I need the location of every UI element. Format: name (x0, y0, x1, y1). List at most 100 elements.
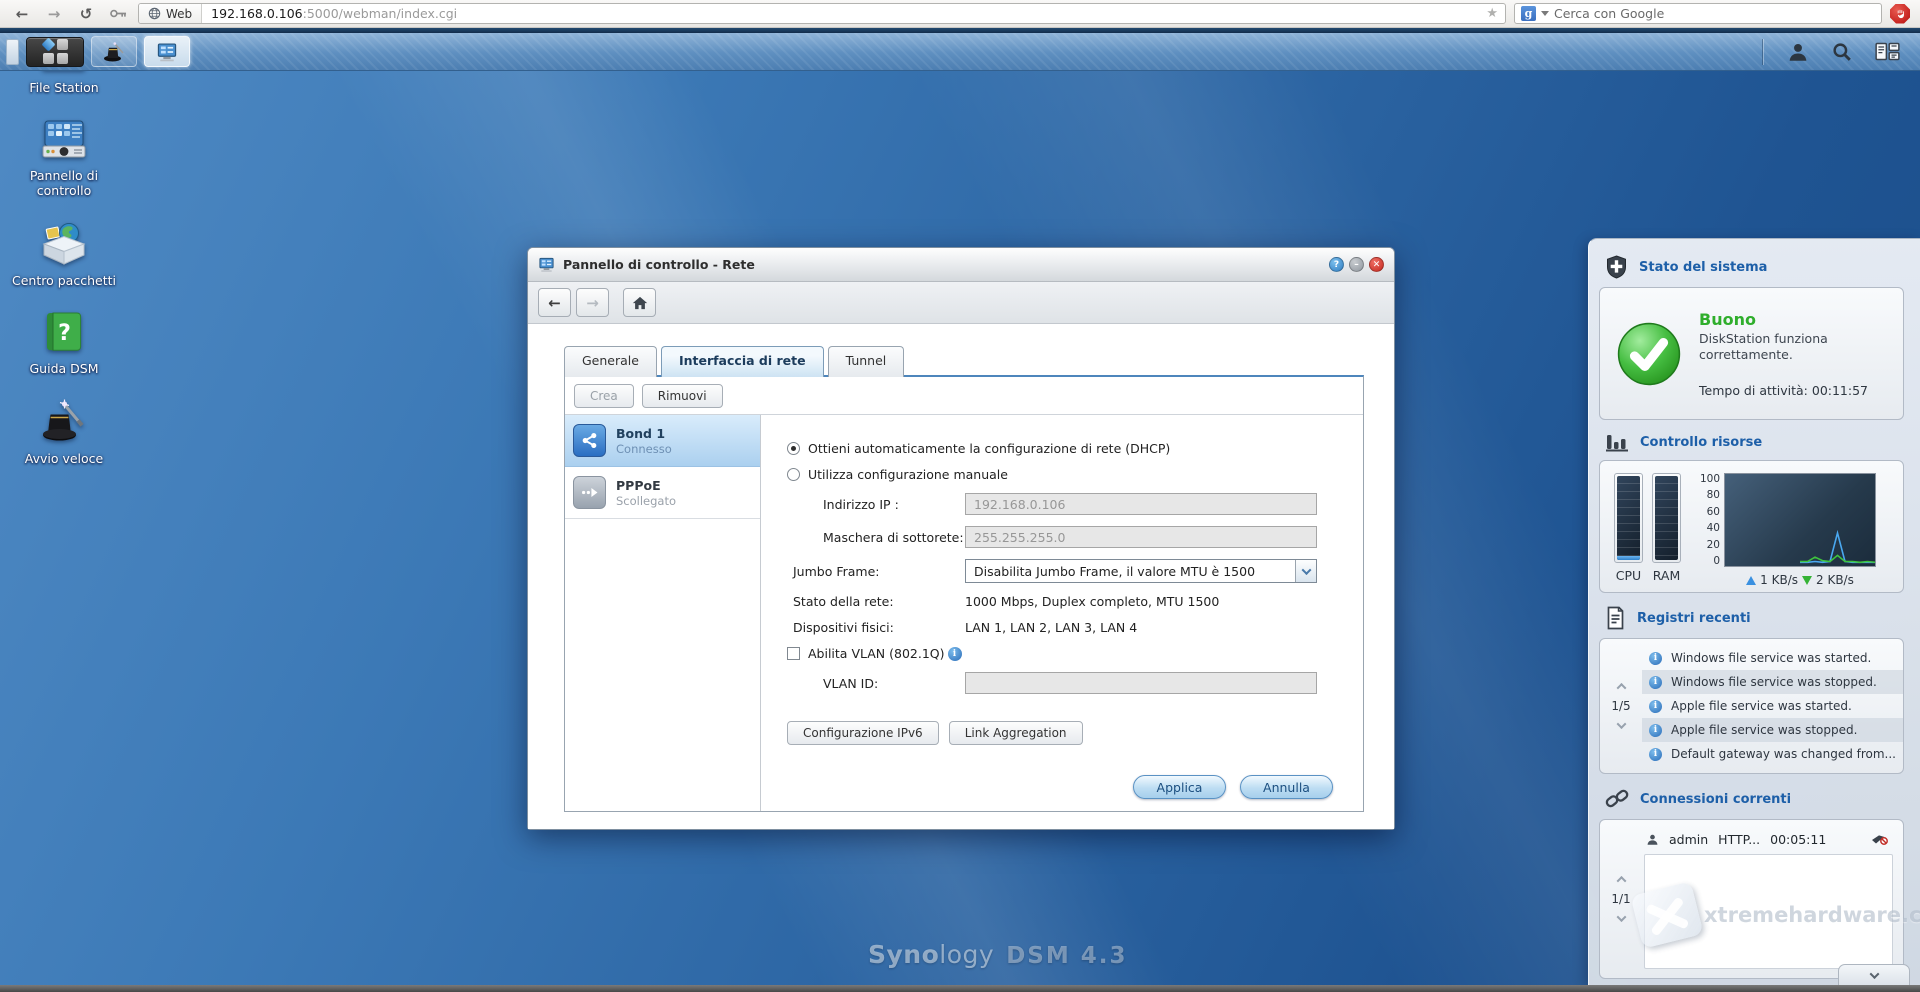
browser-forward-button[interactable]: → (42, 4, 66, 24)
dialog-tabs: Generale Interfaccia di rete Tunnel (564, 346, 1364, 375)
recent-logs-header[interactable]: Registri recenti (1605, 606, 1904, 630)
create-button[interactable]: Crea (574, 384, 634, 408)
jumbo-frame-selected-value: Disabilita Jumbo Frame, il valore MTU è … (966, 564, 1295, 579)
interface-item-pppoe[interactable]: PPPoE Scollegato (565, 467, 760, 519)
interface-item-bond1[interactable]: Bond 1 Connesso (565, 415, 760, 467)
question-glyph: ? (58, 321, 71, 346)
cancel-button[interactable]: Annulla (1240, 775, 1333, 799)
package-center-icon (38, 220, 90, 268)
browser-back-button[interactable]: ← (10, 4, 34, 24)
widget-title: Controllo risorse (1640, 435, 1762, 450)
link-aggregation-button[interactable]: Link Aggregation (949, 721, 1083, 745)
connection-row: admin HTTP... 00:05:11 (1642, 827, 1896, 854)
interface-name: Bond 1 (616, 426, 672, 442)
pilot-view-icon[interactable] (1875, 42, 1900, 61)
search-engine-dropdown-icon[interactable] (1541, 11, 1549, 16)
tab-tunnel[interactable]: Tunnel (828, 346, 905, 377)
bookmark-star-icon[interactable]: ★ (1479, 6, 1505, 21)
apply-button[interactable]: Applica (1133, 775, 1226, 799)
desktop-icon-control-panel[interactable]: Pannello di controllo (12, 117, 116, 198)
vlan-id-input[interactable] (965, 672, 1317, 694)
vlan-info-icon[interactable]: i (948, 647, 962, 661)
tab-interfaccia-di-rete[interactable]: Interfaccia di rete (661, 346, 824, 377)
connections-list-body (1644, 854, 1893, 969)
browser-search-box[interactable]: g (1514, 3, 1882, 24)
magic-hat-large-icon (38, 398, 90, 446)
desktop-icon-column: File Station Pannello di controllo Centr… (12, 29, 116, 466)
remove-button[interactable]: Rimuovi (642, 384, 723, 408)
interface-settings-form: Ottieni automaticamente la configurazion… (761, 415, 1363, 811)
search-input[interactable] (1554, 6, 1875, 21)
search-icon[interactable] (1831, 41, 1853, 63)
interface-status: Scollegato (616, 494, 676, 508)
resource-monitor-header[interactable]: Controllo risorse (1605, 433, 1904, 452)
chain-link-icon (1605, 787, 1629, 811)
page-up-icon[interactable] (1616, 683, 1626, 693)
desktop-icon-label: Guida DSM (30, 361, 99, 376)
manual-radio-label: Utilizza configurazione manuale (808, 467, 1008, 482)
vlan-id-label: VLAN ID: (787, 676, 965, 691)
current-connections-header[interactable]: Connessioni correnti (1605, 787, 1904, 811)
dhcp-radio[interactable] (787, 442, 800, 455)
site-label: Web (166, 7, 192, 21)
system-status-panel: Buono DiskStation funziona correttamente… (1599, 287, 1904, 420)
connection-user: admin (1669, 832, 1708, 847)
main-menu-button[interactable] (26, 37, 84, 67)
jumbo-frame-select[interactable]: Disabilita Jumbo Frame, il valore MTU è … (965, 559, 1317, 583)
widget-panel-collapse-tab[interactable] (1838, 964, 1910, 985)
dialog-close-button[interactable]: ✕ (1369, 257, 1384, 272)
page-down-icon[interactable] (1616, 719, 1626, 729)
page-up-icon[interactable] (1616, 876, 1626, 886)
recent-logs-panel: 1/5 iWindows file service was started. i… (1599, 638, 1904, 774)
dialog-forward-button[interactable]: → (576, 288, 609, 317)
subnet-mask-label: Maschera di sottorete: (787, 530, 965, 545)
desktop-icon-dsm-help[interactable]: ? Guida DSM (12, 310, 116, 376)
desktop-icon-label: Pannello di controllo (12, 168, 116, 198)
shield-icon (1605, 255, 1628, 279)
dialog-minimize-button[interactable]: – (1349, 257, 1364, 272)
system-status-header[interactable]: Stato del sistema (1605, 255, 1904, 279)
subnet-mask-input[interactable] (965, 526, 1317, 548)
dialog-home-button[interactable] (623, 288, 656, 317)
desktop-icon-quick-start[interactable]: Avvio veloce (12, 398, 116, 466)
dsm-taskbar (0, 33, 1920, 71)
taskbar-quickstart-button[interactable] (91, 36, 137, 67)
system-status-description: DiskStation funziona correttamente. (1699, 331, 1849, 363)
site-identity-chip[interactable]: Web (139, 4, 202, 23)
page-down-icon[interactable] (1616, 912, 1626, 922)
dialog-titlebar[interactable]: Pannello di controllo - Rete ? – ✕ (528, 248, 1394, 282)
taskbar-control-panel-button[interactable] (144, 36, 190, 67)
dhcp-radio-label: Ottieni automaticamente la configurazion… (808, 441, 1170, 456)
dialog-help-button[interactable]: ? (1329, 257, 1344, 272)
physical-devices-value: LAN 1, LAN 2, LAN 3, LAN 4 (965, 620, 1137, 635)
kick-connection-icon[interactable] (1870, 830, 1888, 848)
enable-vlan-checkbox[interactable] (787, 647, 800, 660)
connection-protocol: HTTP... (1718, 832, 1760, 847)
adblock-stop-hand-icon[interactable] (1890, 4, 1910, 24)
address-bar[interactable]: Web 192.168.0.106:5000/webman/index.cgi … (138, 3, 1506, 24)
desktop-icon-package-center[interactable]: Centro pacchetti (12, 220, 116, 288)
browser-key-icon[interactable] (106, 4, 130, 24)
dialog-back-button[interactable]: ← (538, 288, 571, 317)
system-status-state: Buono (1699, 310, 1868, 329)
ip-input[interactable] (965, 493, 1317, 515)
show-desktop-button[interactable] (6, 39, 19, 65)
physical-devices-label: Dispositivi fisici: (787, 620, 965, 635)
interface-name: PPPoE (616, 478, 676, 494)
select-arrow-button[interactable] (1295, 560, 1316, 582)
pppoe-interface-icon (573, 476, 606, 509)
document-icon (1605, 606, 1626, 630)
download-arrow-icon (1802, 576, 1812, 585)
logs-page-indicator: 1/5 (1611, 699, 1630, 713)
browser-toolbar: ← → ↺ Web 192.168.0.106:5000/webman/inde… (0, 0, 1920, 28)
chart-plot-area (1724, 473, 1876, 567)
url-text: 192.168.0.106:5000/webman/index.cgi (202, 6, 466, 21)
ipv6-config-button[interactable]: Configurazione IPv6 (787, 721, 939, 745)
bond-interface-icon (573, 424, 606, 457)
window-edge-strip (0, 28, 1920, 33)
interface-list-toolbar: Crea Rimuovi (565, 377, 1363, 415)
tab-generale[interactable]: Generale (564, 346, 657, 377)
browser-reload-button[interactable]: ↺ (74, 4, 98, 24)
manual-config-radio[interactable] (787, 468, 800, 481)
user-account-icon[interactable] (1787, 41, 1809, 63)
